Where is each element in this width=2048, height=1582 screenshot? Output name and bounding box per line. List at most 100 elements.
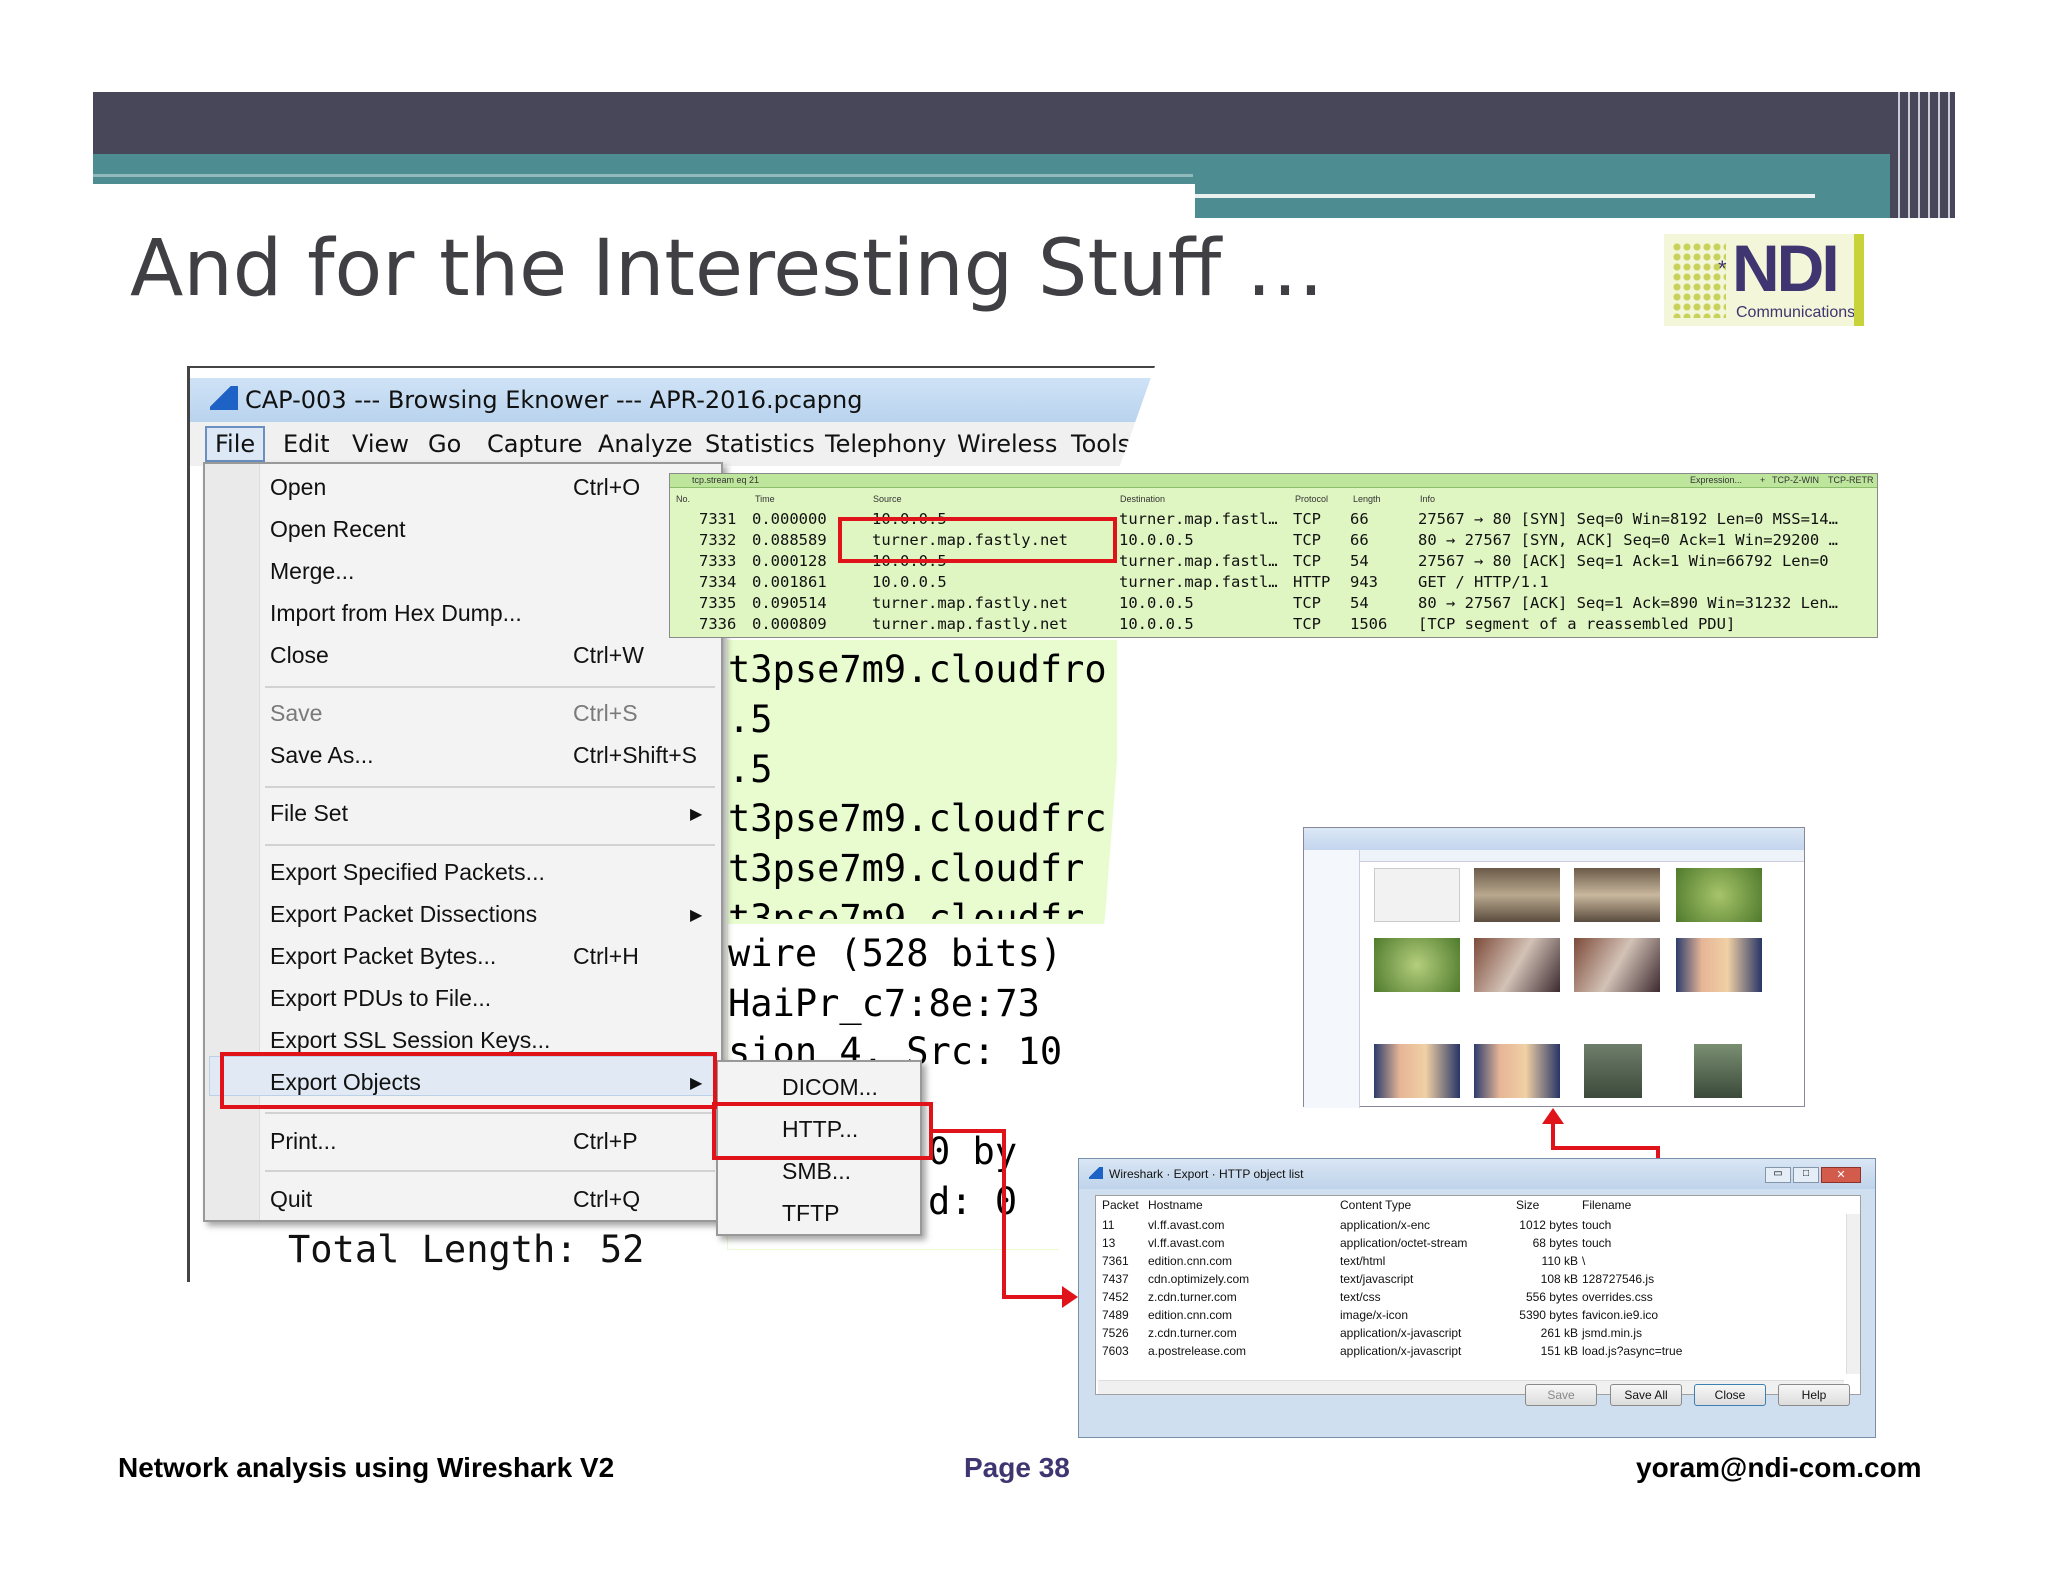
menu-statistics[interactable]: Statistics <box>705 430 815 458</box>
image-thumbnail[interactable] <box>1574 868 1660 922</box>
help-button[interactable]: Help <box>1778 1384 1850 1406</box>
image-thumbnail[interactable] <box>1374 1044 1460 1098</box>
http-cell-file: \ <box>1582 1254 1586 1268</box>
packet-cell-no: 7336 <box>699 615 737 633</box>
menu-item-file-set[interactable]: File Set <box>270 800 348 827</box>
menu-analyze[interactable]: Analyze <box>598 430 693 458</box>
http-object-row[interactable]: 7603 a.postrelease.com application/x-javas… <box>1096 1344 1860 1362</box>
http-cell-host: vl.ff.avast.com <box>1148 1236 1225 1250</box>
image-thumbnail[interactable] <box>1584 1044 1642 1098</box>
header-stripes <box>1890 92 1955 218</box>
menu-item-export-dissections[interactable]: Export Packet Dissections <box>270 901 537 928</box>
col-length[interactable]: Length <box>1353 494 1381 504</box>
bg-line: wire (528 bits) <box>728 932 1063 975</box>
highlight-box-export-objects <box>220 1052 717 1109</box>
menu-item-open-recent[interactable]: Open Recent <box>270 516 406 543</box>
close-icon[interactable]: ✕ <box>1821 1167 1861 1183</box>
http-object-row[interactable]: 13 vl.ff.avast.com application/octet-strea… <box>1096 1236 1860 1254</box>
menu-item-export-bytes[interactable]: Export Packet Bytes... <box>270 943 496 970</box>
packet-row[interactable]: 7334 0.001861 10.0.0.5 turner.map.fastl… HTT… <box>670 571 1877 592</box>
menu-item-close[interactable]: Close <box>270 642 329 669</box>
image-thumbnail[interactable] <box>1694 1044 1742 1098</box>
image-thumbnail[interactable] <box>1676 868 1762 922</box>
menu-item-open[interactable]: Open <box>270 474 326 501</box>
menu-go[interactable]: Go <box>428 430 461 458</box>
image-thumbnail[interactable] <box>1676 938 1762 992</box>
http-object-row[interactable]: 7452 z.cdn.turner.com text/css 556 bytes ove… <box>1096 1290 1860 1308</box>
menu-telephony[interactable]: Telephony <box>825 430 946 458</box>
http-cell-file: jsmd.min.js <box>1582 1326 1643 1340</box>
http-cell-type: application/x-enc <box>1340 1218 1431 1232</box>
menu-wireless[interactable]: Wireless <box>957 430 1057 458</box>
menu-edit[interactable]: Edit <box>283 430 329 458</box>
col-no[interactable]: No. <box>676 494 690 504</box>
menu-item-export-specified[interactable]: Export Specified Packets... <box>270 859 545 886</box>
col-packet[interactable]: Packet <box>1102 1198 1139 1212</box>
menu-item-save-as[interactable]: Save As... <box>270 742 374 769</box>
shortcut-save: Ctrl+S <box>573 700 638 726</box>
col-source[interactable]: Source <box>873 494 902 504</box>
menu-item-save[interactable]: Save <box>270 700 322 727</box>
image-thumbnail[interactable] <box>1574 938 1660 992</box>
http-object-row[interactable]: 7489 edition.cnn.com image/x-icon 5390 byte… <box>1096 1308 1860 1326</box>
vertical-scrollbar[interactable] <box>1846 1214 1860 1374</box>
minimize-icon[interactable]: ▭ <box>1765 1167 1791 1183</box>
http-cell-host: z.cdn.turner.com <box>1148 1326 1237 1340</box>
packet-row[interactable]: 7335 0.090514 turner.map.fastly.net 10.0.0.… <box>670 592 1877 613</box>
menu-item-import-hex[interactable]: Import from Hex Dump... <box>270 600 522 627</box>
col-size[interactable]: Size <box>1516 1198 1539 1212</box>
http-object-row[interactable]: 7437 cdn.optimizely.com text/javascript 108… <box>1096 1272 1860 1290</box>
save-all-button[interactable]: Save All <box>1610 1384 1682 1406</box>
file-thumbnail[interactable] <box>1374 868 1460 922</box>
filter-button-tcp-retr[interactable]: TCP-RETR <box>1828 475 1874 485</box>
menu-capture[interactable]: Capture <box>487 430 582 458</box>
header-accent-line <box>93 174 1193 177</box>
http-cell-host: a.postrelease.com <box>1148 1344 1247 1358</box>
http-object-row[interactable]: 7361 edition.cnn.com text/html 110 kB \ <box>1096 1254 1860 1272</box>
menu-view[interactable]: View <box>352 430 409 458</box>
submenu-item-dicom[interactable]: DICOM... <box>782 1074 878 1101</box>
http-cell-file: load.js?async=true <box>1582 1344 1683 1358</box>
menu-tools[interactable]: Tools <box>1071 430 1130 458</box>
display-filter-bar[interactable]: tcp.stream eq 21 Expression... + TCP-Z-W… <box>670 474 1877 488</box>
submenu-item-smb[interactable]: SMB... <box>782 1158 851 1185</box>
http-cell-type: application/x-javascript <box>1340 1344 1462 1358</box>
col-hostname[interactable]: Hostname <box>1148 1198 1203 1212</box>
shortcut-save-as: Ctrl+Shift+S <box>573 742 697 768</box>
save-button[interactable]: Save <box>1525 1384 1597 1406</box>
submenu-item-tftp[interactable]: TFTP <box>782 1200 840 1227</box>
packet-cell-time: 0.001861 <box>752 573 827 591</box>
image-thumbnail[interactable] <box>1474 1044 1560 1098</box>
menu-item-export-ssl[interactable]: Export SSL Session Keys... <box>270 1027 550 1054</box>
wireshark-fin-icon <box>210 386 238 410</box>
http-cell-type: image/x-icon <box>1340 1308 1409 1322</box>
filter-button-tcp-z-win[interactable]: TCP-Z-WIN <box>1772 475 1819 485</box>
image-thumbnail[interactable] <box>1374 938 1460 992</box>
col-content-type[interactable]: Content Type <box>1340 1198 1411 1212</box>
packet-list-header: No. Time Source Destination Protocol Len… <box>670 492 1877 506</box>
packet-row[interactable]: 7336 0.000809 turner.map.fastly.net 10.0.0.… <box>670 613 1877 634</box>
expression-button[interactable]: Expression... <box>1690 475 1742 485</box>
add-filter-button[interactable]: + <box>1760 475 1765 485</box>
http-object-row[interactable]: 11 vl.ff.avast.com application/x-enc 1012 b… <box>1096 1218 1860 1236</box>
col-protocol[interactable]: Protocol <box>1295 494 1328 504</box>
menu-item-quit[interactable]: Quit <box>270 1186 312 1213</box>
menu-item-export-pdus[interactable]: Export PDUs to File... <box>270 985 491 1012</box>
col-time[interactable]: Time <box>755 494 775 504</box>
http-cell-packet: 7603 <box>1102 1344 1129 1358</box>
menu-item-merge[interactable]: Merge... <box>270 558 354 585</box>
highlight-box-http <box>712 1102 933 1160</box>
close-button[interactable]: Close <box>1694 1384 1766 1406</box>
maximize-icon[interactable]: □ <box>1793 1167 1819 1183</box>
image-thumbnail[interactable] <box>1474 938 1560 992</box>
http-object-row[interactable]: 7526 z.cdn.turner.com application/x-javasc… <box>1096 1326 1860 1344</box>
col-filename[interactable]: Filename <box>1582 1198 1631 1212</box>
col-destination[interactable]: Destination <box>1120 494 1165 504</box>
menu-file[interactable]: File <box>205 426 266 462</box>
col-info[interactable]: Info <box>1420 494 1435 504</box>
http-cell-file: touch <box>1582 1218 1612 1232</box>
filter-text[interactable]: tcp.stream eq 21 <box>692 475 759 485</box>
image-thumbnail[interactable] <box>1474 868 1560 922</box>
menu-item-print[interactable]: Print... <box>270 1128 336 1155</box>
submenu-arrow-icon: ▶ <box>690 907 703 924</box>
